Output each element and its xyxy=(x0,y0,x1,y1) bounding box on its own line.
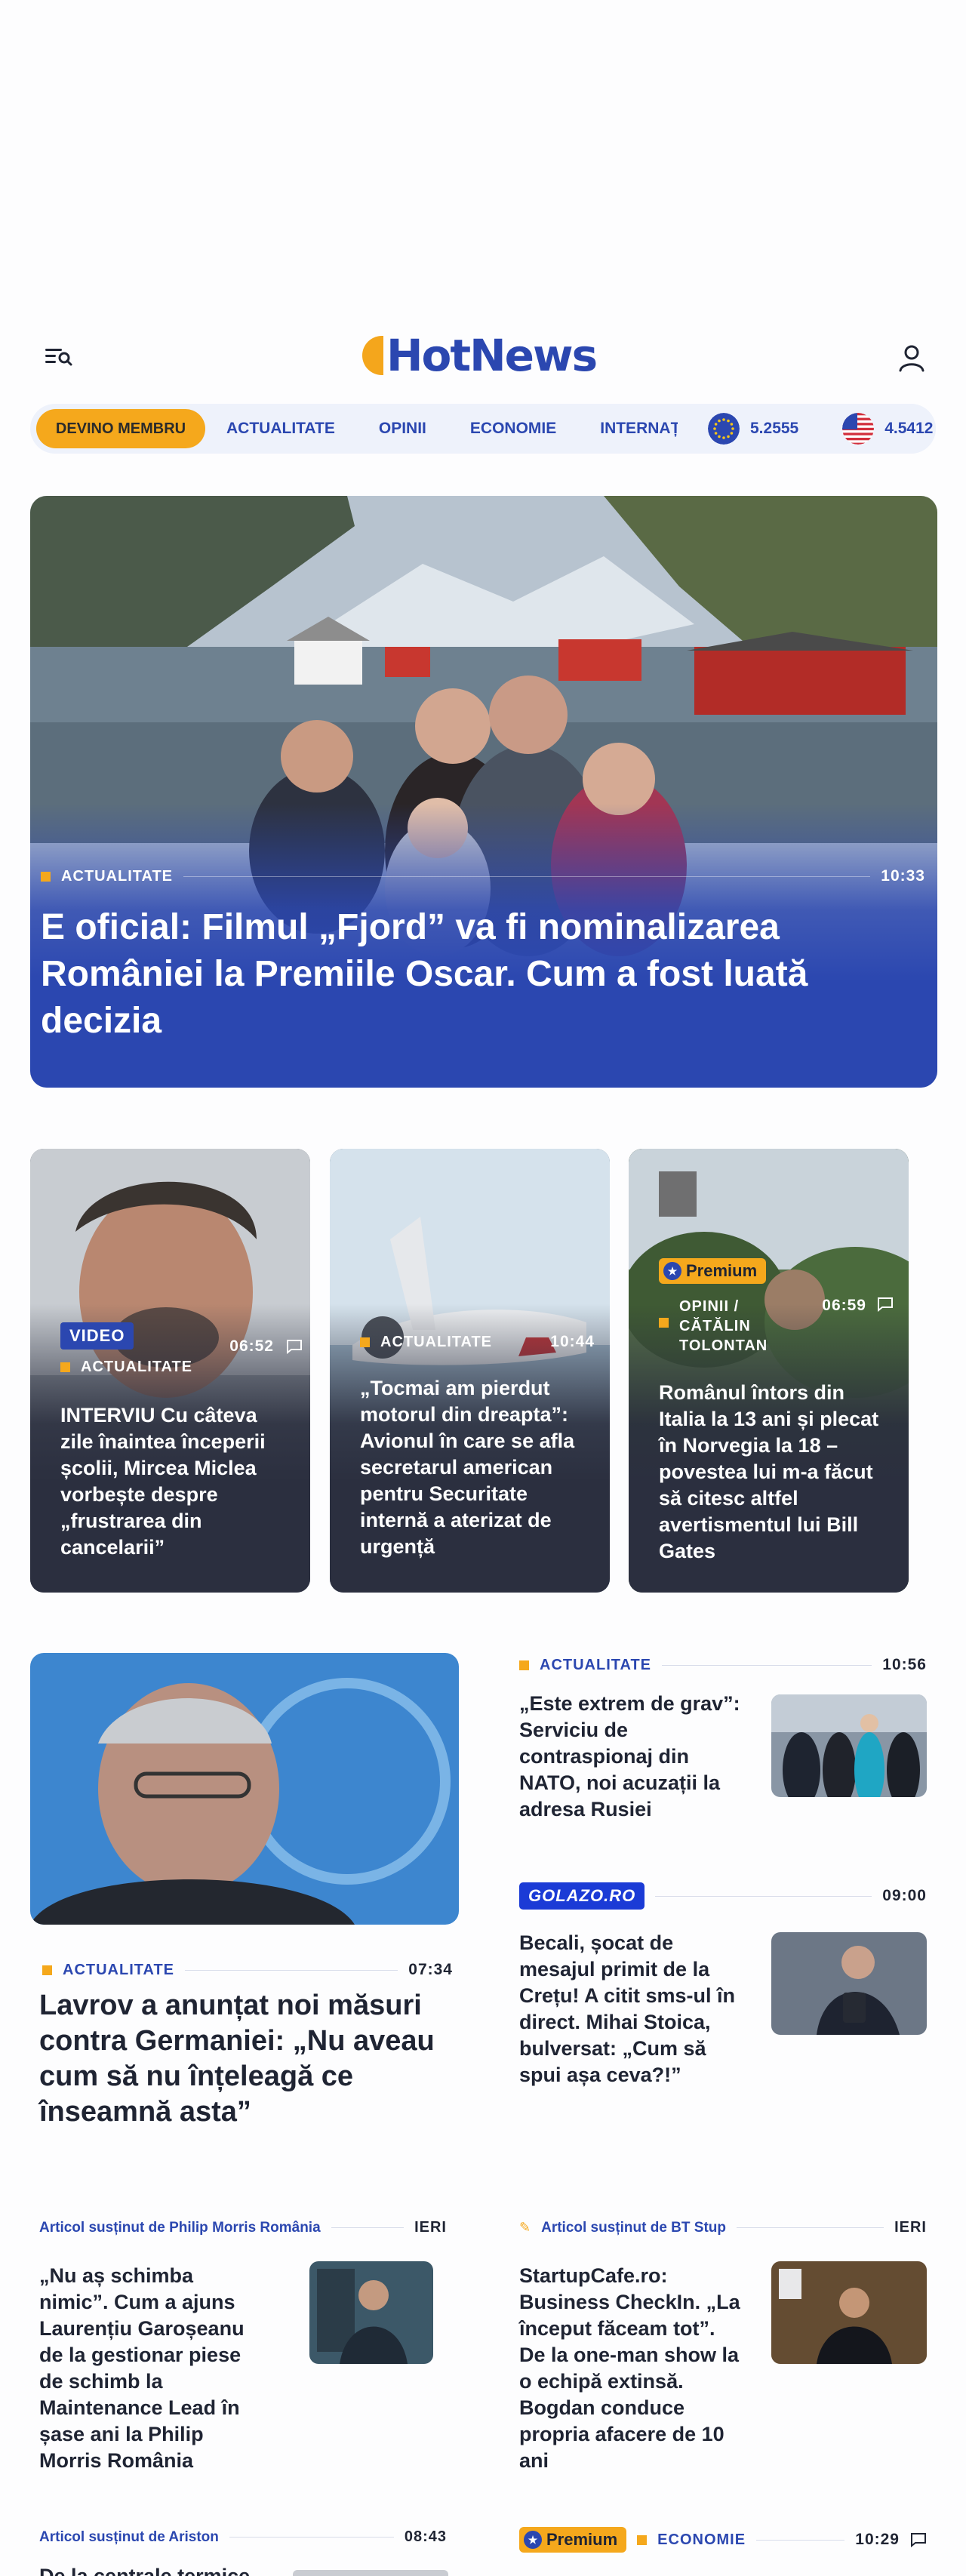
comment-icon[interactable] xyxy=(877,1297,894,1313)
card-category[interactable]: OPINII / CĂTĂLIN TOLONTAN xyxy=(679,1297,792,1356)
card-time: 06:59 xyxy=(822,1297,866,1314)
side-story-time: 10:56 xyxy=(882,1656,927,1673)
sponsored-time: IERI xyxy=(414,2219,447,2236)
divider xyxy=(183,876,871,877)
sponsored-meta: Articol susținut de Philip Morris Români… xyxy=(39,2219,447,2236)
nav-item-opinii[interactable]: OPINII xyxy=(379,420,426,438)
side-story-thumb[interactable] xyxy=(771,1932,927,2035)
site-logo[interactable]: HotNews xyxy=(362,330,619,381)
sponsored-meta: ✎ Articol susținut de BT Stup IERI xyxy=(519,2219,927,2236)
bottom-meta: ★ Premium ECONOMIE 10:29 xyxy=(519,2527,927,2553)
menu-search-icon[interactable] xyxy=(44,344,74,368)
premium-badge: ★ Premium xyxy=(519,2527,627,2553)
card-time: 06:52 xyxy=(229,1337,274,1355)
card-title[interactable]: „Tocmai am pierdut motorul din dreapta”:… xyxy=(360,1375,587,1560)
sponsor-label[interactable]: Articol susținut de Ariston xyxy=(39,2529,219,2546)
main-story-time: 07:34 xyxy=(408,1961,453,1978)
article-card[interactable]: ACTUALITATE 10:44 „Tocmai am pierdut mot… xyxy=(330,1149,610,1593)
sponsored-time: IERI xyxy=(894,2219,927,2236)
star-icon: ★ xyxy=(524,2531,542,2549)
sponsored-thumb[interactable] xyxy=(771,2261,927,2364)
premium-badge: ★ Premium xyxy=(659,1258,767,1284)
eur-rate-value: 5.2555 xyxy=(750,420,799,437)
sponsor-label[interactable]: Articol susținut de Philip Morris Români… xyxy=(39,2220,321,2236)
hero-meta: ACTUALITATE 10:33 xyxy=(41,867,925,885)
nav-item-international[interactable]: INTERNAȚIONAL xyxy=(600,420,687,438)
bottom-time: 10:29 xyxy=(855,2531,900,2548)
hero-time: 10:33 xyxy=(881,867,925,885)
card-category[interactable]: ACTUALITATE xyxy=(81,1359,192,1376)
main-story-category[interactable]: ACTUALITATE xyxy=(63,1962,174,1979)
hero-title[interactable]: E oficial: Filmul „Fjord” va fi nominali… xyxy=(41,904,913,1045)
pencil-icon: ✎ xyxy=(519,2220,531,2235)
nav-items: ACTUALITATE OPINII ECONOMIE INTERNAȚIONA… xyxy=(226,404,687,454)
eu-flag-icon xyxy=(708,413,740,445)
star-icon: ★ xyxy=(663,1262,681,1280)
bottom-category[interactable]: ECONOMIE xyxy=(657,2531,746,2549)
main-story-image[interactable] xyxy=(30,1653,459,1925)
bottom-title[interactable]: De la centrale termice xyxy=(39,2563,281,2576)
comment-icon[interactable] xyxy=(286,1339,303,1355)
us-flag-icon xyxy=(842,413,875,445)
card-title[interactable]: Românul întors din Italia la 13 ani și p… xyxy=(659,1380,886,1565)
main-story-title[interactable]: Lavrov a anunțat noi măsuri contra Germa… xyxy=(39,1988,447,2130)
bottom-meta: Articol susținut de Ariston 08:43 xyxy=(39,2528,447,2546)
sponsored-title[interactable]: StartupCafe.ro: Business CheckIn. „La în… xyxy=(519,2263,746,2474)
sponsored-thumb[interactable] xyxy=(309,2261,433,2364)
eur-rate[interactable]: 5.2555 xyxy=(708,413,798,445)
card-title[interactable]: INTERVIU Cu câteva zile înaintea începer… xyxy=(60,1402,288,1561)
usd-rate[interactable]: 4.5412 xyxy=(842,413,933,445)
category-marker xyxy=(41,871,51,882)
logo-half-circle xyxy=(362,336,383,375)
side-story-meta: ACTUALITATE 10:56 xyxy=(519,1656,927,1674)
side-story-thumb[interactable] xyxy=(771,1694,927,1797)
comment-icon[interactable] xyxy=(910,2532,927,2548)
logo-text: HotNews xyxy=(386,330,598,381)
user-account-icon[interactable] xyxy=(897,343,927,373)
bottom-time: 08:43 xyxy=(404,2528,447,2545)
article-card[interactable]: VIDEO ACTUALITATE 06:52 INTERVIU Cu câte… xyxy=(30,1149,310,1593)
sponsor-label[interactable]: Articol susținut de BT Stup xyxy=(541,2220,726,2236)
main-story-meta: ACTUALITATE 07:34 xyxy=(42,1961,453,1979)
side-story-title[interactable]: Becali, șocat de mesajul primit de la Cr… xyxy=(519,1930,746,2088)
article-card[interactable]: ★ Premium OPINII / CĂTĂLIN TOLONTAN 06:5… xyxy=(629,1149,909,1593)
video-badge: VIDEO xyxy=(60,1322,134,1350)
hero-category[interactable]: ACTUALITATE xyxy=(61,868,173,885)
become-member-button[interactable]: DEVINO MEMBRU xyxy=(36,409,205,448)
site-header: HotNews xyxy=(30,325,936,385)
side-story-meta: GOLAZO.RO 09:00 xyxy=(519,1882,927,1910)
bottom-thumb[interactable] xyxy=(293,2570,448,2576)
sponsored-title[interactable]: „Nu aș schimba nimic”. Cum a ajuns Laure… xyxy=(39,2263,266,2474)
side-story-category[interactable]: ACTUALITATE xyxy=(540,1657,651,1674)
main-nav: DEVINO MEMBRU ACTUALITATE OPINII ECONOMI… xyxy=(30,404,936,454)
golazo-badge[interactable]: GOLAZO.RO xyxy=(519,1882,645,1910)
nav-item-actualitate[interactable]: ACTUALITATE xyxy=(226,420,335,438)
exchange-rates: 5.2555 4.5412 xyxy=(678,404,936,454)
side-story-time: 09:00 xyxy=(882,1887,927,1904)
card-category[interactable]: ACTUALITATE xyxy=(380,1334,492,1351)
card-time: 10:44 xyxy=(550,1333,595,1350)
usd-rate-value: 4.5412 xyxy=(884,420,934,437)
nav-item-economie[interactable]: ECONOMIE xyxy=(470,420,556,438)
side-story-title[interactable]: „Este extrem de grav”: Serviciu de contr… xyxy=(519,1691,746,1823)
